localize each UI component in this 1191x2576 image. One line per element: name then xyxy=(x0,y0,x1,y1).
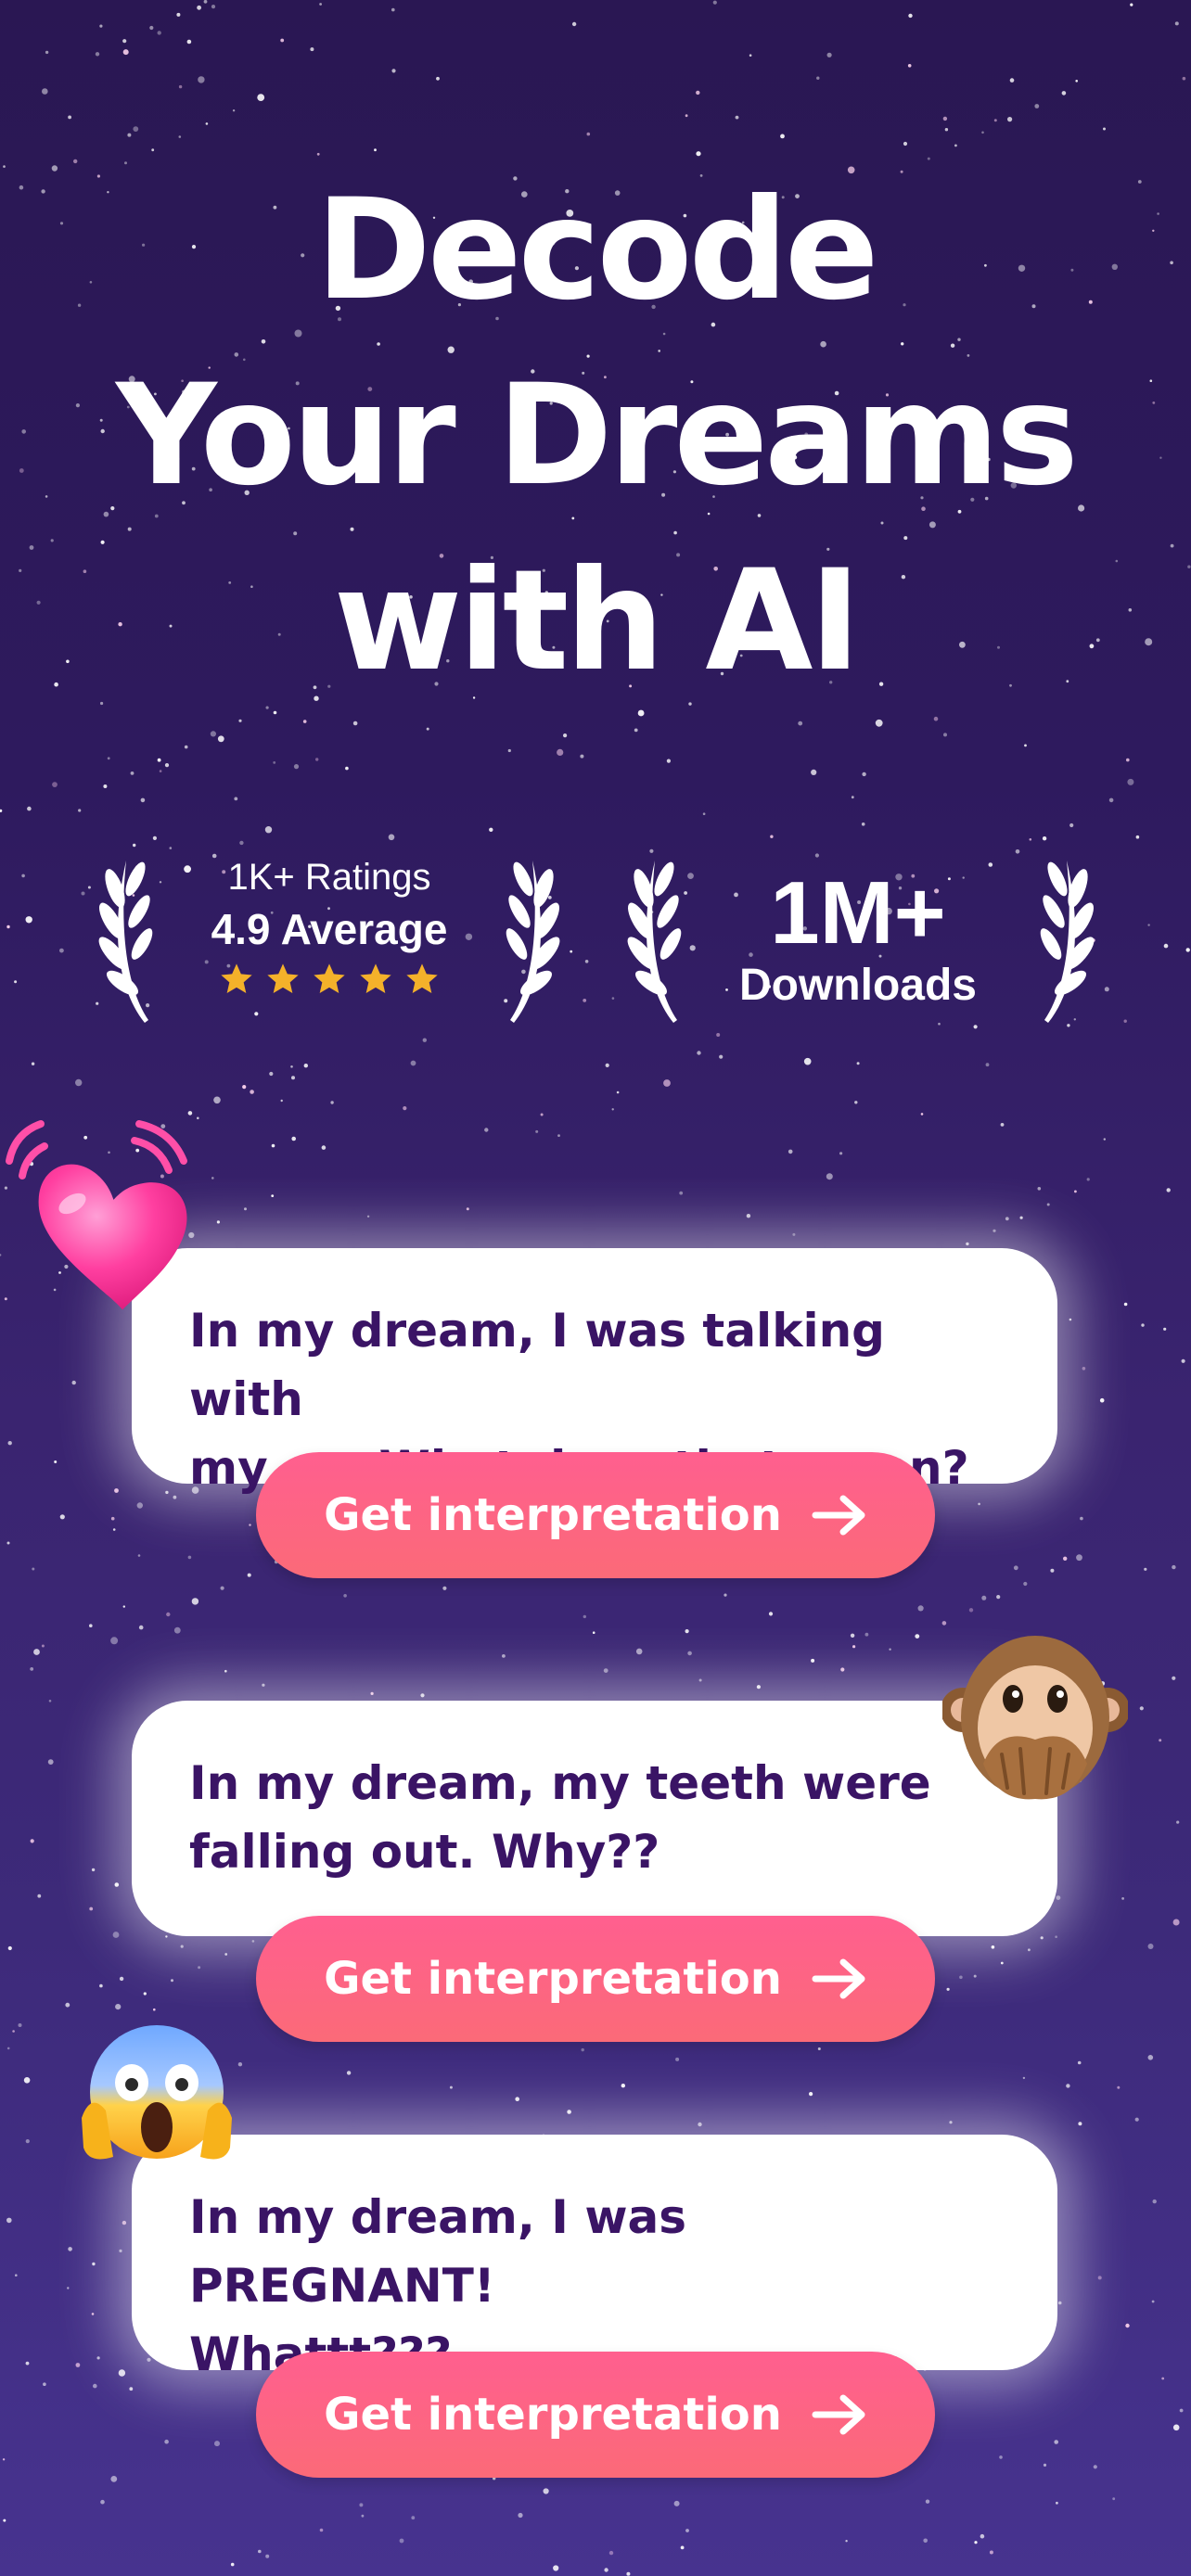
arrow-right-icon xyxy=(812,1958,865,1999)
get-interpretation-button[interactable]: Get interpretation xyxy=(256,1452,935,1578)
ratings-badge: 1K+ Ratings 4.9 Average xyxy=(186,853,473,1007)
page-headline: Decode Your Dreams with AI xyxy=(0,158,1191,714)
ratings-average: 4.9 Average xyxy=(211,905,448,953)
monkey-emoji xyxy=(942,1636,1128,1800)
arrow-right-icon xyxy=(812,1495,865,1536)
dream-card: In my dream, my teeth were falling out. … xyxy=(132,1701,1057,1936)
downloads-label: Downloads xyxy=(738,961,977,1010)
star-icon xyxy=(267,963,299,993)
downloads-number: 1M+ xyxy=(770,863,946,963)
headline-line-3: with AI xyxy=(333,541,862,702)
button-label: Get interpretation xyxy=(324,1489,782,1541)
laurel-left-icon xyxy=(98,861,153,1023)
dream-question: In my dream, my teeth were falling out. … xyxy=(189,1756,931,1879)
ratings-count: 1K+ Ratings xyxy=(227,857,431,898)
headline-line-2: Your Dreams xyxy=(116,355,1079,516)
laurel-right-icon xyxy=(506,861,560,1023)
star-icon xyxy=(406,963,438,993)
button-label: Get interpretation xyxy=(324,2389,782,2441)
laurel-right-icon xyxy=(1040,861,1095,1023)
get-interpretation-button[interactable]: Get interpretation xyxy=(256,2352,935,2478)
dream-card: In my dream, I was talking with my ex. W… xyxy=(132,1248,1057,1495)
button-label: Get interpretation xyxy=(324,1953,782,2005)
arrow-right-icon xyxy=(812,2394,865,2435)
rating-stars xyxy=(186,961,473,1007)
screaming-face-emoji xyxy=(82,2025,232,2160)
star-icon xyxy=(221,963,252,993)
get-interpretation-button[interactable]: Get interpretation xyxy=(256,1916,935,2042)
laurel-left-icon xyxy=(627,861,682,1023)
star-icon xyxy=(314,963,345,993)
heart-emoji xyxy=(6,1120,187,1310)
downloads-badge: 1M+ Downloads xyxy=(710,867,1006,1012)
dream-card: In my dream, I was PREGNANT! Whattt??? xyxy=(132,2135,1057,2381)
star-icon xyxy=(360,963,391,993)
headline-line-1: Decode xyxy=(315,170,878,331)
